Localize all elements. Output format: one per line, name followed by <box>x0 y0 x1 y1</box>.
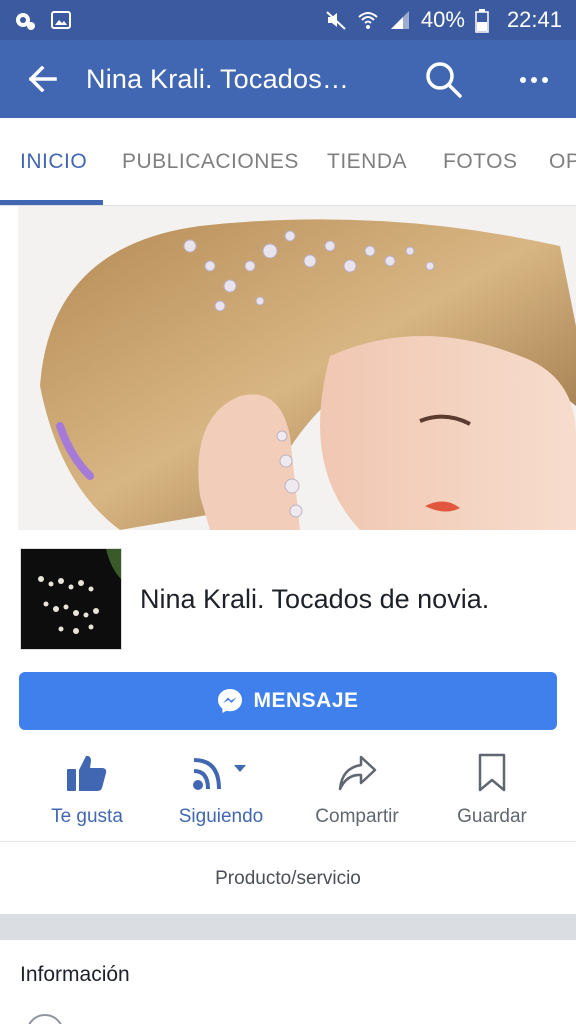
more-button[interactable] <box>508 54 560 106</box>
page-name: Nina Krali. Tocados de novia. <box>140 583 490 614</box>
tab-bar: INICIO PUBLICACIONES TIENDA FOTOS OP <box>0 118 576 206</box>
clock: 22:41 <box>506 7 562 32</box>
tab-tienda[interactable]: TIENDA <box>327 150 407 174</box>
page-category: Producto/servicio <box>215 868 361 889</box>
following-button[interactable]: Siguiendo <box>153 748 289 828</box>
page-header: Nina Krali. Tocados de novia. <box>20 548 489 650</box>
tab-inicio[interactable]: INICIO <box>20 150 87 174</box>
page-title: Nina Krali. Tocados… <box>86 63 350 94</box>
settings-notification-icon <box>14 9 36 31</box>
active-tab-indicator <box>0 200 103 205</box>
thumbs-up-icon <box>19 748 155 798</box>
share-button[interactable]: Compartir <box>289 748 425 828</box>
message-button[interactable]: MENSAJE <box>19 672 557 730</box>
info-section-title: Información <box>20 963 130 986</box>
profile-picture[interactable] <box>20 548 122 650</box>
like-label: Te gusta <box>51 806 123 827</box>
cover-photo-image <box>0 206 576 530</box>
save-button[interactable]: Guardar <box>424 748 560 828</box>
save-label: Guardar <box>457 806 527 827</box>
search-icon <box>426 62 462 98</box>
battery-icon <box>475 9 497 33</box>
back-button[interactable] <box>0 40 86 118</box>
signal-icon <box>389 9 411 31</box>
action-bar: Te gusta Siguiendo Compartir Guardar <box>0 748 576 842</box>
like-button[interactable]: Te gusta <box>19 748 155 828</box>
share-label: Compartir <box>315 806 399 827</box>
more-icon <box>520 77 548 83</box>
search-button[interactable] <box>418 54 470 106</box>
section-divider <box>0 914 576 940</box>
gallery-notification-icon <box>50 9 72 31</box>
battery-percentage: 40% <box>420 7 465 32</box>
app-bar: Nina Krali. Tocados… <box>0 40 576 118</box>
tab-publicaciones[interactable]: PUBLICACIONES <box>122 150 299 174</box>
rss-follow-icon <box>153 748 289 798</box>
share-icon <box>289 748 425 798</box>
tab-more-options[interactable]: OP <box>549 150 576 174</box>
status-notifications <box>14 9 72 31</box>
info-item-icon <box>26 1014 64 1024</box>
status-bar: 40% 22:41 <box>0 0 576 40</box>
following-label: Siguiendo <box>178 806 264 827</box>
cover-photo[interactable] <box>0 206 576 530</box>
message-button-label: MENSAJE <box>253 689 359 712</box>
tab-fotos[interactable]: FOTOS <box>443 150 517 174</box>
messenger-icon <box>217 688 243 714</box>
bookmark-icon <box>424 748 560 798</box>
back-arrow-icon <box>29 66 57 92</box>
mute-icon <box>325 9 347 31</box>
wifi-icon <box>357 9 379 31</box>
profile-picture-image <box>21 549 121 649</box>
